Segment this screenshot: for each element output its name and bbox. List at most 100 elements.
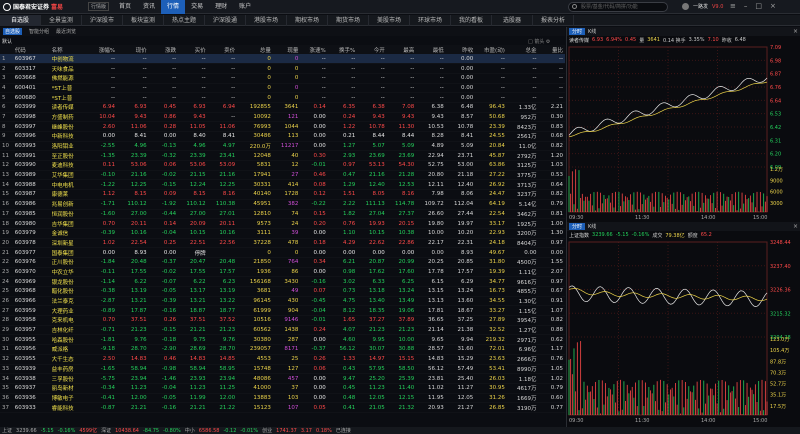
- menu-item[interactable]: 理财: [209, 0, 233, 14]
- table-row[interactable]: 29 603957 吉林化纤 -0.71 21.23 -0.15 21.21 21.23 605…: [0, 325, 565, 336]
- table-row[interactable]: 20 603978 深圳新星 1.02 22.54 0.25 22.51 22.56 37228…: [0, 238, 565, 249]
- menu-icon[interactable]: ≡: [730, 2, 736, 10]
- menu-item[interactable]: 账户: [233, 0, 257, 14]
- maximize-icon[interactable]: □: [755, 2, 762, 10]
- close-icon[interactable]: ×: [770, 2, 776, 10]
- group-tab[interactable]: 自选股: [3, 28, 23, 35]
- index-change: -5.15: [615, 232, 629, 238]
- column-header[interactable]: 买价: [178, 45, 208, 54]
- table-row[interactable]: 18 603980 吉华集团 0.70 20.11 0.14 20.09 20.11 9573 2…: [0, 218, 565, 229]
- group-tab[interactable]: 智能分组: [29, 28, 49, 35]
- stock-timeshare-chart[interactable]: 7.096.986.876.766.646.536.426.316.206.09…: [567, 45, 800, 223]
- module-tab[interactable]: 期权市场: [287, 15, 328, 26]
- tab-index-timeshare[interactable]: 分时: [569, 223, 586, 230]
- column-header[interactable]: 卖价: [207, 45, 238, 54]
- group-controls[interactable]: □ 箭头 ⚙: [528, 38, 550, 45]
- table-row[interactable]: 12 603990 麦迪科技 0.11 53.06 0.06 53.06 53.09 5831 1…: [0, 160, 565, 171]
- search-input[interactable]: 股票/基金/代码/简拼/功能: [568, 2, 668, 12]
- module-tab[interactable]: 环球市场: [410, 15, 451, 26]
- menu-item[interactable]: 行情: [161, 0, 186, 14]
- column-header[interactable]: 总金: [506, 45, 539, 54]
- table-row[interactable]: 13 603989 艾华集团 -0.10 21.16 -0.02 21.15 21.16 179…: [0, 170, 565, 181]
- column-header[interactable]: 涨速%: [300, 45, 328, 54]
- table-row[interactable]: 9 603996 中新科技 0.00 8.41 0.00 8.40 8.41 30486 113 0…: [0, 131, 565, 142]
- table-row[interactable]: 28 603958 克来机电 0.70 37.51 0.26 37.51 37.52 10516…: [0, 315, 565, 326]
- table-row[interactable]: 10 603993 洛阳钼业 -2.55 4.96 -0.13 4.96 4.97 220.0万…: [0, 141, 565, 152]
- table-cell: 0.00: [445, 83, 476, 94]
- version-badge[interactable]: 行情版: [88, 2, 110, 11]
- close-icon[interactable]: ×: [793, 223, 798, 230]
- table-row[interactable]: 22 603976 正川股份 -1.84 20.48 -0.37 20.47 20.48 218…: [0, 257, 565, 268]
- close-icon[interactable]: ×: [793, 28, 798, 35]
- table-row[interactable]: 35 603937 丽岛新材 -0.34 11.23 -0.04 11.23 11.25 410…: [0, 383, 565, 394]
- table-cell: 4.96: [178, 141, 208, 152]
- table-row[interactable]: 27 603959 大理药业 -0.89 17.87 -0.16 18.87 18.77 619…: [0, 305, 565, 317]
- column-header[interactable]: 现价: [116, 45, 149, 54]
- table-row[interactable]: 24 603969 银龙股份 -1.14 6.22 -0.07 6.22 6.23 156168…: [0, 276, 565, 287]
- table-row[interactable]: 16 603986 兆易创新 -1.71 110.12 -1.92 110.12 110.38…: [0, 199, 565, 210]
- table-row[interactable]: 33 603939 益丰药房 -1.65 58.94 -0.98 58.94 58.95 157…: [0, 364, 565, 375]
- table-row[interactable]: 4 600401 *ST上普 -- -- -- -- -- 0 0 -- -- -- -- -- 0.00 --…: [0, 83, 565, 94]
- column-header[interactable]: 涨跌: [148, 45, 179, 54]
- minimize-icon[interactable]: –: [744, 2, 748, 10]
- column-header[interactable]: 代码: [14, 45, 52, 54]
- column-header[interactable]: 换手%: [327, 45, 358, 54]
- menu-item[interactable]: 资讯: [137, 0, 161, 14]
- user-area[interactable]: 一路发 V9.0: [682, 3, 723, 10]
- module-tab[interactable]: 期货市场: [328, 15, 369, 26]
- table-row[interactable]: 21 603977 国泰集团 0.00 8.93 0.00 停牌 0 0 0.00 0.00 0.00…: [0, 247, 565, 258]
- column-header[interactable]: 名称: [51, 45, 90, 54]
- table-row[interactable]: 37 603933 睿能科技 -0.87 21.21 -0.16 21.21 21.22 151…: [0, 402, 565, 413]
- module-tab[interactable]: 自选股: [0, 15, 41, 26]
- column-header[interactable]: 最低: [416, 45, 446, 54]
- module-tab[interactable]: 热点主题: [164, 15, 205, 26]
- index-timeshare-chart[interactable]: 3248.443237.403226.363215.323204.28123.0…: [567, 240, 800, 426]
- column-header[interactable]: 最高: [386, 45, 417, 54]
- column-header[interactable]: 量比: [538, 45, 565, 54]
- table-row[interactable]: 11 603991 至正股份 -1.35 23.39 -0.32 23.39 23.41 120…: [0, 150, 565, 162]
- table-row[interactable]: 25 603968 醋化股份 -0.38 13.19 -0.05 13.17 13.19 368…: [0, 286, 565, 297]
- module-tab[interactable]: 板块监测: [123, 15, 164, 26]
- table-row[interactable]: 8 603997 继峰股份 2.60 11.06 0.28 11.05 11.06 76993 1…: [0, 121, 565, 132]
- module-tab[interactable]: 报表分析: [533, 15, 574, 26]
- table-row[interactable]: 6 603999 读者传媒 6.94 6.93 0.45 6.93 6.94 192855 364…: [0, 102, 565, 113]
- table-row[interactable]: 7 603998 方盛制药 10.04 9.43 0.86 9.43 -- 10092 121 0.…: [0, 112, 565, 123]
- column-header[interactable]: 总量: [237, 45, 273, 54]
- table-row[interactable]: 19 603979 金诚信 -0.39 10.16 -0.04 10.15 10.16 3111…: [0, 228, 565, 239]
- module-tab[interactable]: 选股器: [492, 15, 533, 26]
- module-tab[interactable]: 全景监测: [41, 15, 82, 26]
- group-default[interactable]: 默认: [0, 38, 565, 45]
- column-header[interactable]: 昨收: [445, 45, 476, 54]
- tab-index-kline[interactable]: K线: [588, 223, 596, 230]
- group-tab[interactable]: 最近浏览: [56, 28, 76, 35]
- module-tab[interactable]: 沪深股通: [205, 15, 246, 26]
- table-row[interactable]: 3 603668 佛燃能源 -- -- -- -- -- 0 0 -- -- -- -- -- 0.00 -- -…: [0, 73, 565, 84]
- column-header[interactable]: 现量: [272, 45, 301, 54]
- table-row[interactable]: 26 603966 法兰泰克 -2.87 13.21 -0.39 13.21 13.22 961…: [0, 296, 565, 307]
- column-header[interactable]: 今开: [357, 45, 387, 54]
- table-row[interactable]: 31 603956 威派格 -9.18 28.70 -2.90 28.69 28.70 2390…: [0, 344, 565, 355]
- column-header[interactable]: 涨幅%: [89, 45, 117, 54]
- table-row[interactable]: 32 603955 大千生态 2.50 14.83 0.46 14.83 14.85 4553 2…: [0, 354, 565, 365]
- table-row[interactable]: 5 600680 *ST上普 -- -- -- -- -- 0 0 -- -- -- -- -- 0.00 --…: [0, 92, 565, 103]
- module-tab[interactable]: 我的看板: [451, 15, 492, 26]
- table-row[interactable]: 2 603317 天味食品 -- -- -- -- -- 0 0 -- -- -- -- -- 0.00 -- -…: [0, 63, 565, 74]
- table-row[interactable]: 17 603985 恒润股份 -1.60 27.00 -0.44 27.00 27.01 128…: [0, 209, 565, 220]
- module-tab[interactable]: 美股市场: [369, 15, 410, 26]
- table-row[interactable]: 1 603967 中创物流 -- -- -- -- -- 0 0 -- -- -- -- -- 0.00 -- -…: [0, 54, 565, 65]
- table-cell: 904: [272, 305, 301, 317]
- table-row[interactable]: 15 603987 康德莱 1.12 8.15 0.09 8.15 8.16 40140 1728…: [0, 189, 565, 200]
- table-row[interactable]: 14 603988 中电电机 -1.22 12.25 -0.15 12.24 12.25 303…: [0, 179, 565, 191]
- column-header[interactable]: 市盈(动): [475, 45, 507, 54]
- tab-timeshare[interactable]: 分时: [569, 28, 586, 35]
- menu-item[interactable]: 交易: [185, 0, 209, 14]
- tab-kline[interactable]: K线: [588, 28, 596, 35]
- table-row[interactable]: 36 603936 博敏电子 -0.41 12.00 -0.05 11.99 12.00 138…: [0, 393, 565, 404]
- module-tab[interactable]: 港股市场: [246, 15, 287, 26]
- table-row[interactable]: 30 603955 哈森股份 -1.81 9.76 -0.18 9.75 9.76 30380 2…: [0, 334, 565, 346]
- table-cell: 1.22: [327, 121, 358, 132]
- menu-item[interactable]: 首页: [113, 0, 137, 14]
- module-tab[interactable]: 沪深股市: [82, 15, 123, 26]
- table-row[interactable]: 23 603970 中农立华 -0.11 17.55 -0.02 17.55 17.57 193…: [0, 267, 565, 278]
- table-row[interactable]: 34 603938 三孚股份 -5.75 23.94 -1.46 23.93 23.94 480…: [0, 373, 565, 384]
